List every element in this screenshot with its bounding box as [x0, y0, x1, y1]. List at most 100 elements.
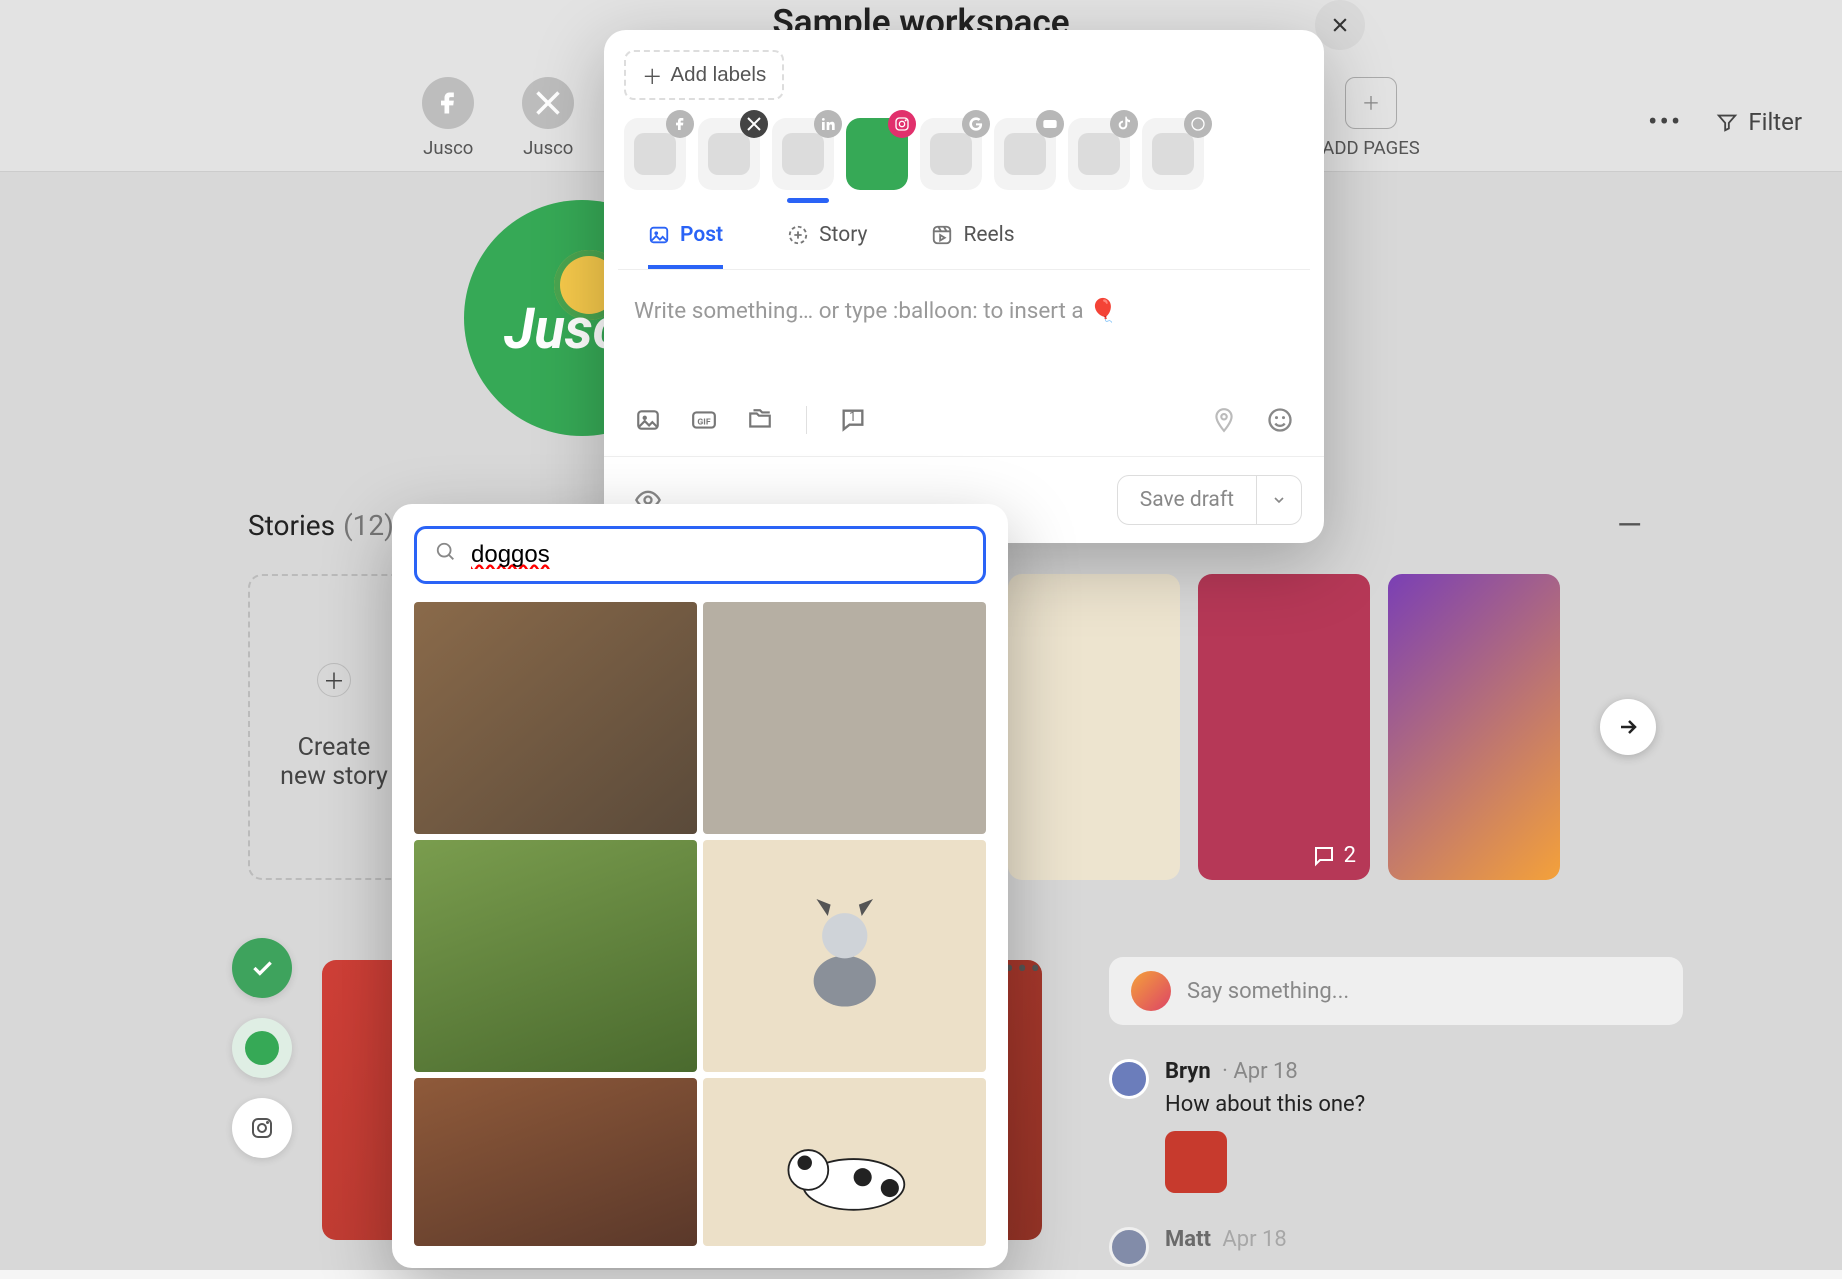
- save-draft-label: Save draft: [1118, 476, 1256, 524]
- comment-date: Apr 18: [1222, 1227, 1286, 1252]
- image-icon: [635, 407, 661, 433]
- create-story-label-2: new story: [280, 762, 388, 791]
- avatar: [1131, 971, 1171, 1011]
- comment-count: 1: [849, 410, 856, 425]
- more-menu-icon[interactable]: •••: [1648, 105, 1682, 138]
- reels-icon: [931, 224, 953, 246]
- add-labels-button[interactable]: ＋ Add labels: [624, 50, 784, 100]
- story-card[interactable]: [1388, 574, 1560, 880]
- account-instagram-active[interactable]: [846, 118, 908, 190]
- gif-result[interactable]: [414, 1078, 697, 1246]
- save-draft-button[interactable]: Save draft: [1117, 475, 1302, 525]
- close-button[interactable]: [1315, 0, 1365, 50]
- location-button[interactable]: [1208, 404, 1240, 436]
- plus-icon: ＋: [642, 60, 663, 90]
- comment-author: Matt: [1165, 1227, 1211, 1252]
- add-image-button[interactable]: [632, 404, 664, 436]
- tab-reels-label: Reels: [963, 223, 1014, 247]
- folder-icon: [746, 407, 774, 433]
- comment-icon: [1312, 844, 1336, 868]
- location-icon: [1211, 407, 1237, 433]
- account-pinterest[interactable]: [1142, 118, 1204, 190]
- comment-author: Bryn: [1165, 1059, 1211, 1084]
- compose-placeholder: Write something… or type :balloon: to in…: [634, 298, 1117, 324]
- section-collapse-icon[interactable]: —: [1617, 506, 1642, 544]
- comment-input-placeholder: Say something...: [1187, 979, 1349, 1004]
- gif-search-field[interactable]: [414, 526, 986, 584]
- instagram-icon: [250, 1116, 274, 1140]
- account-linkedin[interactable]: [772, 118, 834, 190]
- image-icon: [648, 224, 670, 246]
- add-gif-button[interactable]: GIF: [688, 404, 720, 436]
- add-pages-label: ADD PAGES: [1322, 137, 1419, 159]
- gif-results-grid: [414, 602, 986, 1246]
- gif-result[interactable]: [703, 840, 986, 1072]
- story-icon: [787, 224, 809, 246]
- brand-chip[interactable]: [232, 1018, 292, 1078]
- tab-story-label: Story: [819, 223, 867, 247]
- avatar: [1109, 1059, 1149, 1099]
- emoji-button[interactable]: [1264, 404, 1296, 436]
- channel-facebook[interactable]: Jusco: [422, 77, 474, 159]
- story-card[interactable]: 2: [1198, 574, 1370, 880]
- comment-item: Bryn · Apr 18 How about this one?: [1109, 1059, 1683, 1193]
- gif-search-input[interactable]: [471, 541, 965, 569]
- account-youtube[interactable]: [994, 118, 1056, 190]
- stories-title: Stories: [248, 509, 335, 542]
- gif-result[interactable]: [703, 602, 986, 834]
- tab-reels[interactable]: Reels: [931, 223, 1014, 269]
- search-icon: [435, 541, 457, 569]
- compose-toolbar: GIF 1: [604, 400, 1324, 456]
- filter-label: Filter: [1748, 108, 1802, 136]
- add-labels-label: Add labels: [671, 63, 767, 87]
- gif-result[interactable]: [414, 602, 697, 834]
- chevron-down-icon: [1271, 492, 1287, 508]
- compose-tabs: Post Story Reels: [618, 203, 1310, 270]
- arrow-right-icon: [1616, 715, 1640, 739]
- x-icon: [534, 89, 562, 117]
- emoji-icon: [1266, 406, 1294, 434]
- plus-icon: ＋: [317, 663, 351, 697]
- filter-button[interactable]: Filter: [1716, 108, 1802, 136]
- stories-next-button[interactable]: [1600, 699, 1656, 755]
- channel-label: Jusco: [523, 137, 573, 159]
- compose-modal: ＋ Add labels Post Story Reels Write some…: [604, 30, 1324, 543]
- gif-icon: GIF: [689, 407, 719, 433]
- compose-accounts-row: [624, 118, 1316, 190]
- instagram-chip[interactable]: [232, 1098, 292, 1158]
- toolbar-divider: [806, 406, 807, 434]
- check-icon: [249, 955, 275, 981]
- account-x[interactable]: [698, 118, 760, 190]
- comments-panel: Say something... Bryn · Apr 18 How about…: [1097, 945, 1695, 1279]
- tab-post[interactable]: Post: [648, 223, 723, 269]
- avatar: [1109, 1227, 1149, 1267]
- account-facebook[interactable]: [624, 118, 686, 190]
- facebook-icon: [434, 89, 462, 117]
- comment-attachment[interactable]: [1165, 1131, 1227, 1193]
- gif-result[interactable]: [703, 1078, 986, 1246]
- close-icon: [1330, 15, 1350, 35]
- channel-x[interactable]: Jusco: [522, 77, 574, 159]
- tab-post-label: Post: [680, 223, 723, 247]
- save-draft-dropdown[interactable]: [1256, 476, 1301, 524]
- account-tiktok[interactable]: [1068, 118, 1130, 190]
- svg-text:GIF: GIF: [697, 417, 710, 427]
- post-more-icon[interactable]: •••: [1004, 952, 1043, 987]
- channel-label: Jusco: [423, 137, 473, 159]
- gif-result[interactable]: [414, 840, 697, 1072]
- approve-button[interactable]: [232, 938, 292, 998]
- comment-count-button[interactable]: 1: [837, 404, 869, 436]
- comment-input[interactable]: Say something...: [1109, 957, 1683, 1025]
- story-card[interactable]: [1008, 574, 1180, 880]
- tab-story[interactable]: Story: [787, 223, 867, 269]
- media-library-button[interactable]: [744, 404, 776, 436]
- comment-item: Matt Apr 18: [1109, 1227, 1683, 1267]
- add-pages-button[interactable]: ＋ ADD PAGES: [1322, 77, 1419, 159]
- post-side-actions: [232, 938, 292, 1158]
- gif-search-popover: [392, 504, 1008, 1268]
- comment-date: · Apr 18: [1222, 1059, 1298, 1084]
- filter-icon: [1716, 111, 1738, 133]
- stories-count: (12): [343, 509, 394, 542]
- account-google[interactable]: [920, 118, 982, 190]
- compose-textarea[interactable]: Write something… or type :balloon: to in…: [604, 270, 1324, 400]
